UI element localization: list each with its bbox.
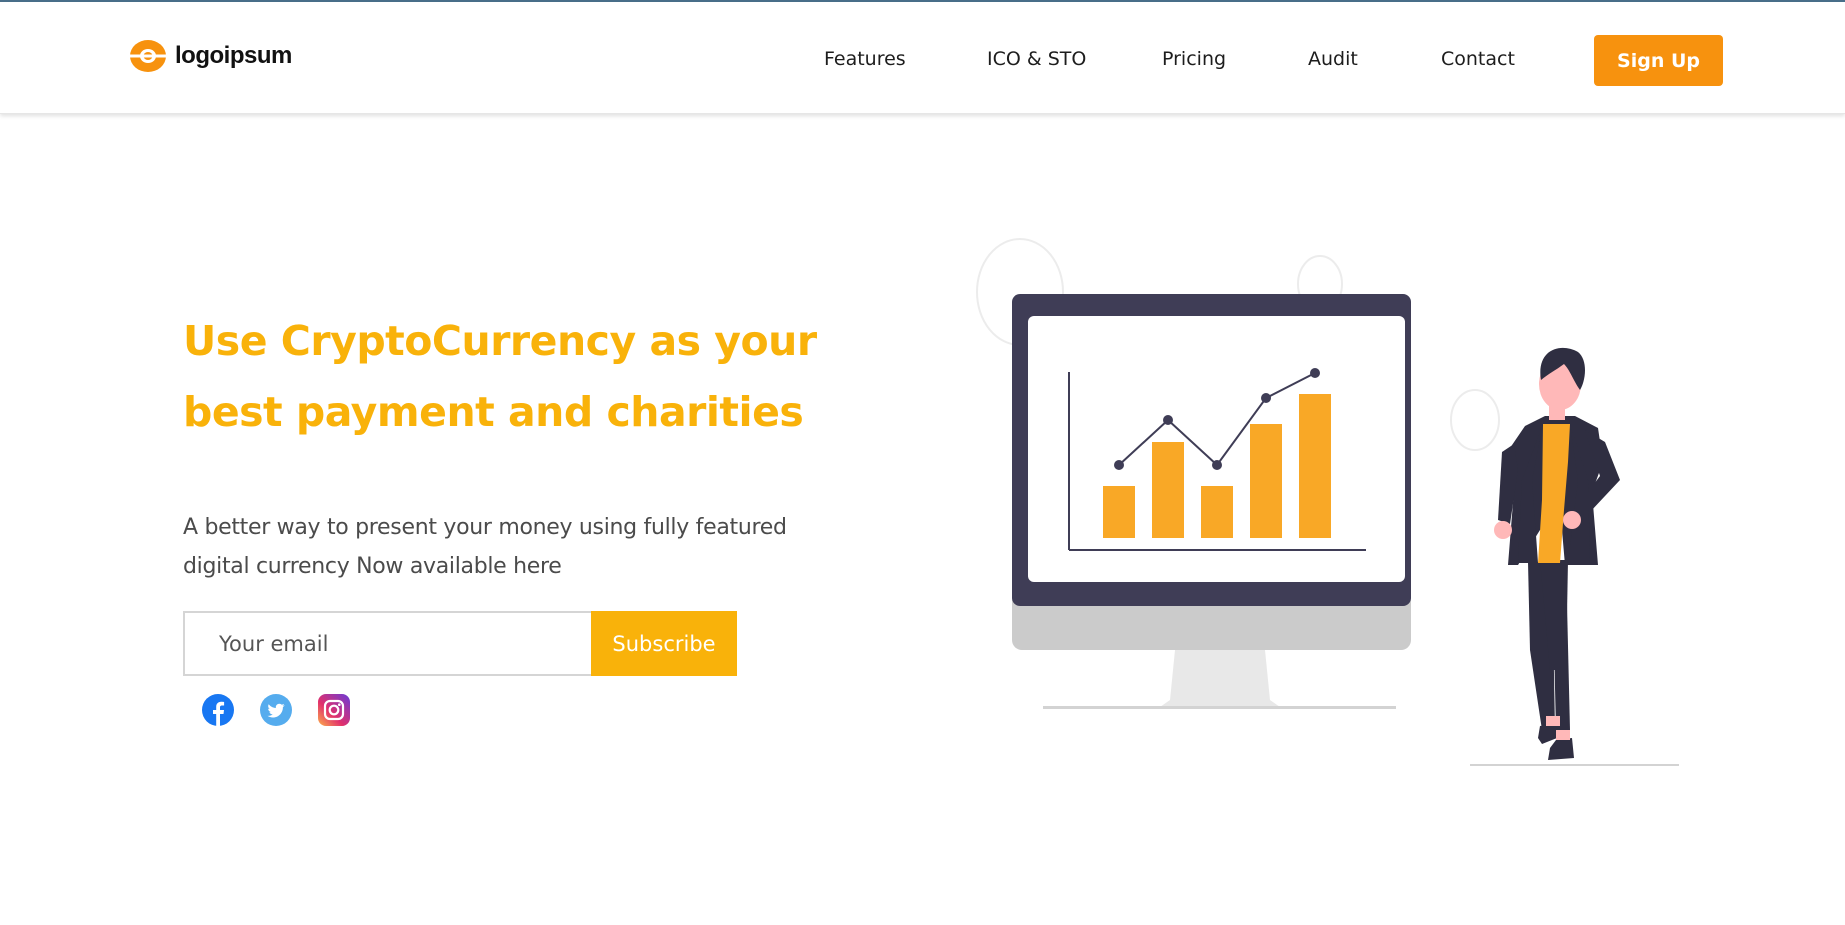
- chart-bar: [1152, 442, 1184, 538]
- monitor-base-line: [1043, 706, 1396, 709]
- site-header: logoipsum Features ICO & STO Pricing Aud…: [0, 2, 1845, 114]
- decor-circle-3: [1450, 389, 1500, 451]
- nav-pricing[interactable]: Pricing: [1162, 48, 1226, 70]
- email-input[interactable]: [183, 611, 591, 676]
- instagram-icon[interactable]: [318, 694, 350, 726]
- nav-contact[interactable]: Contact: [1441, 48, 1515, 70]
- monitor-chin: [1012, 600, 1411, 650]
- hero-title: Use CryptoCurrency as your best payment …: [183, 317, 817, 436]
- logo-text: logoipsum: [175, 42, 292, 69]
- person-ground-line: [1470, 764, 1679, 766]
- person-figure: [1494, 347, 1620, 760]
- logo-icon: [129, 40, 167, 72]
- nav-features[interactable]: Features: [824, 48, 906, 70]
- subscribe-button[interactable]: Subscribe: [591, 611, 737, 676]
- facebook-icon[interactable]: [202, 694, 234, 726]
- hero-subtitle: A better way to present your money using…: [183, 515, 787, 579]
- monitor-screen: [1028, 316, 1405, 582]
- logo[interactable]: logoipsum: [129, 38, 292, 74]
- sign-up-button[interactable]: Sign Up: [1594, 35, 1723, 86]
- chart-bar: [1103, 486, 1135, 538]
- chart-bar: [1299, 394, 1331, 538]
- nav-audit[interactable]: Audit: [1308, 48, 1358, 70]
- chart-point: [1310, 368, 1320, 378]
- nav-ico-sto[interactable]: ICO & STO: [987, 48, 1086, 70]
- chart-bar: [1201, 486, 1233, 538]
- chart-point: [1163, 415, 1173, 425]
- monitor-stand: [1160, 650, 1280, 707]
- hero-illustration: [976, 238, 1679, 766]
- chart-point: [1114, 460, 1124, 470]
- chart-bar: [1250, 424, 1282, 538]
- chart-point: [1212, 460, 1222, 470]
- twitter-icon[interactable]: [260, 694, 292, 726]
- chart-point: [1261, 393, 1271, 403]
